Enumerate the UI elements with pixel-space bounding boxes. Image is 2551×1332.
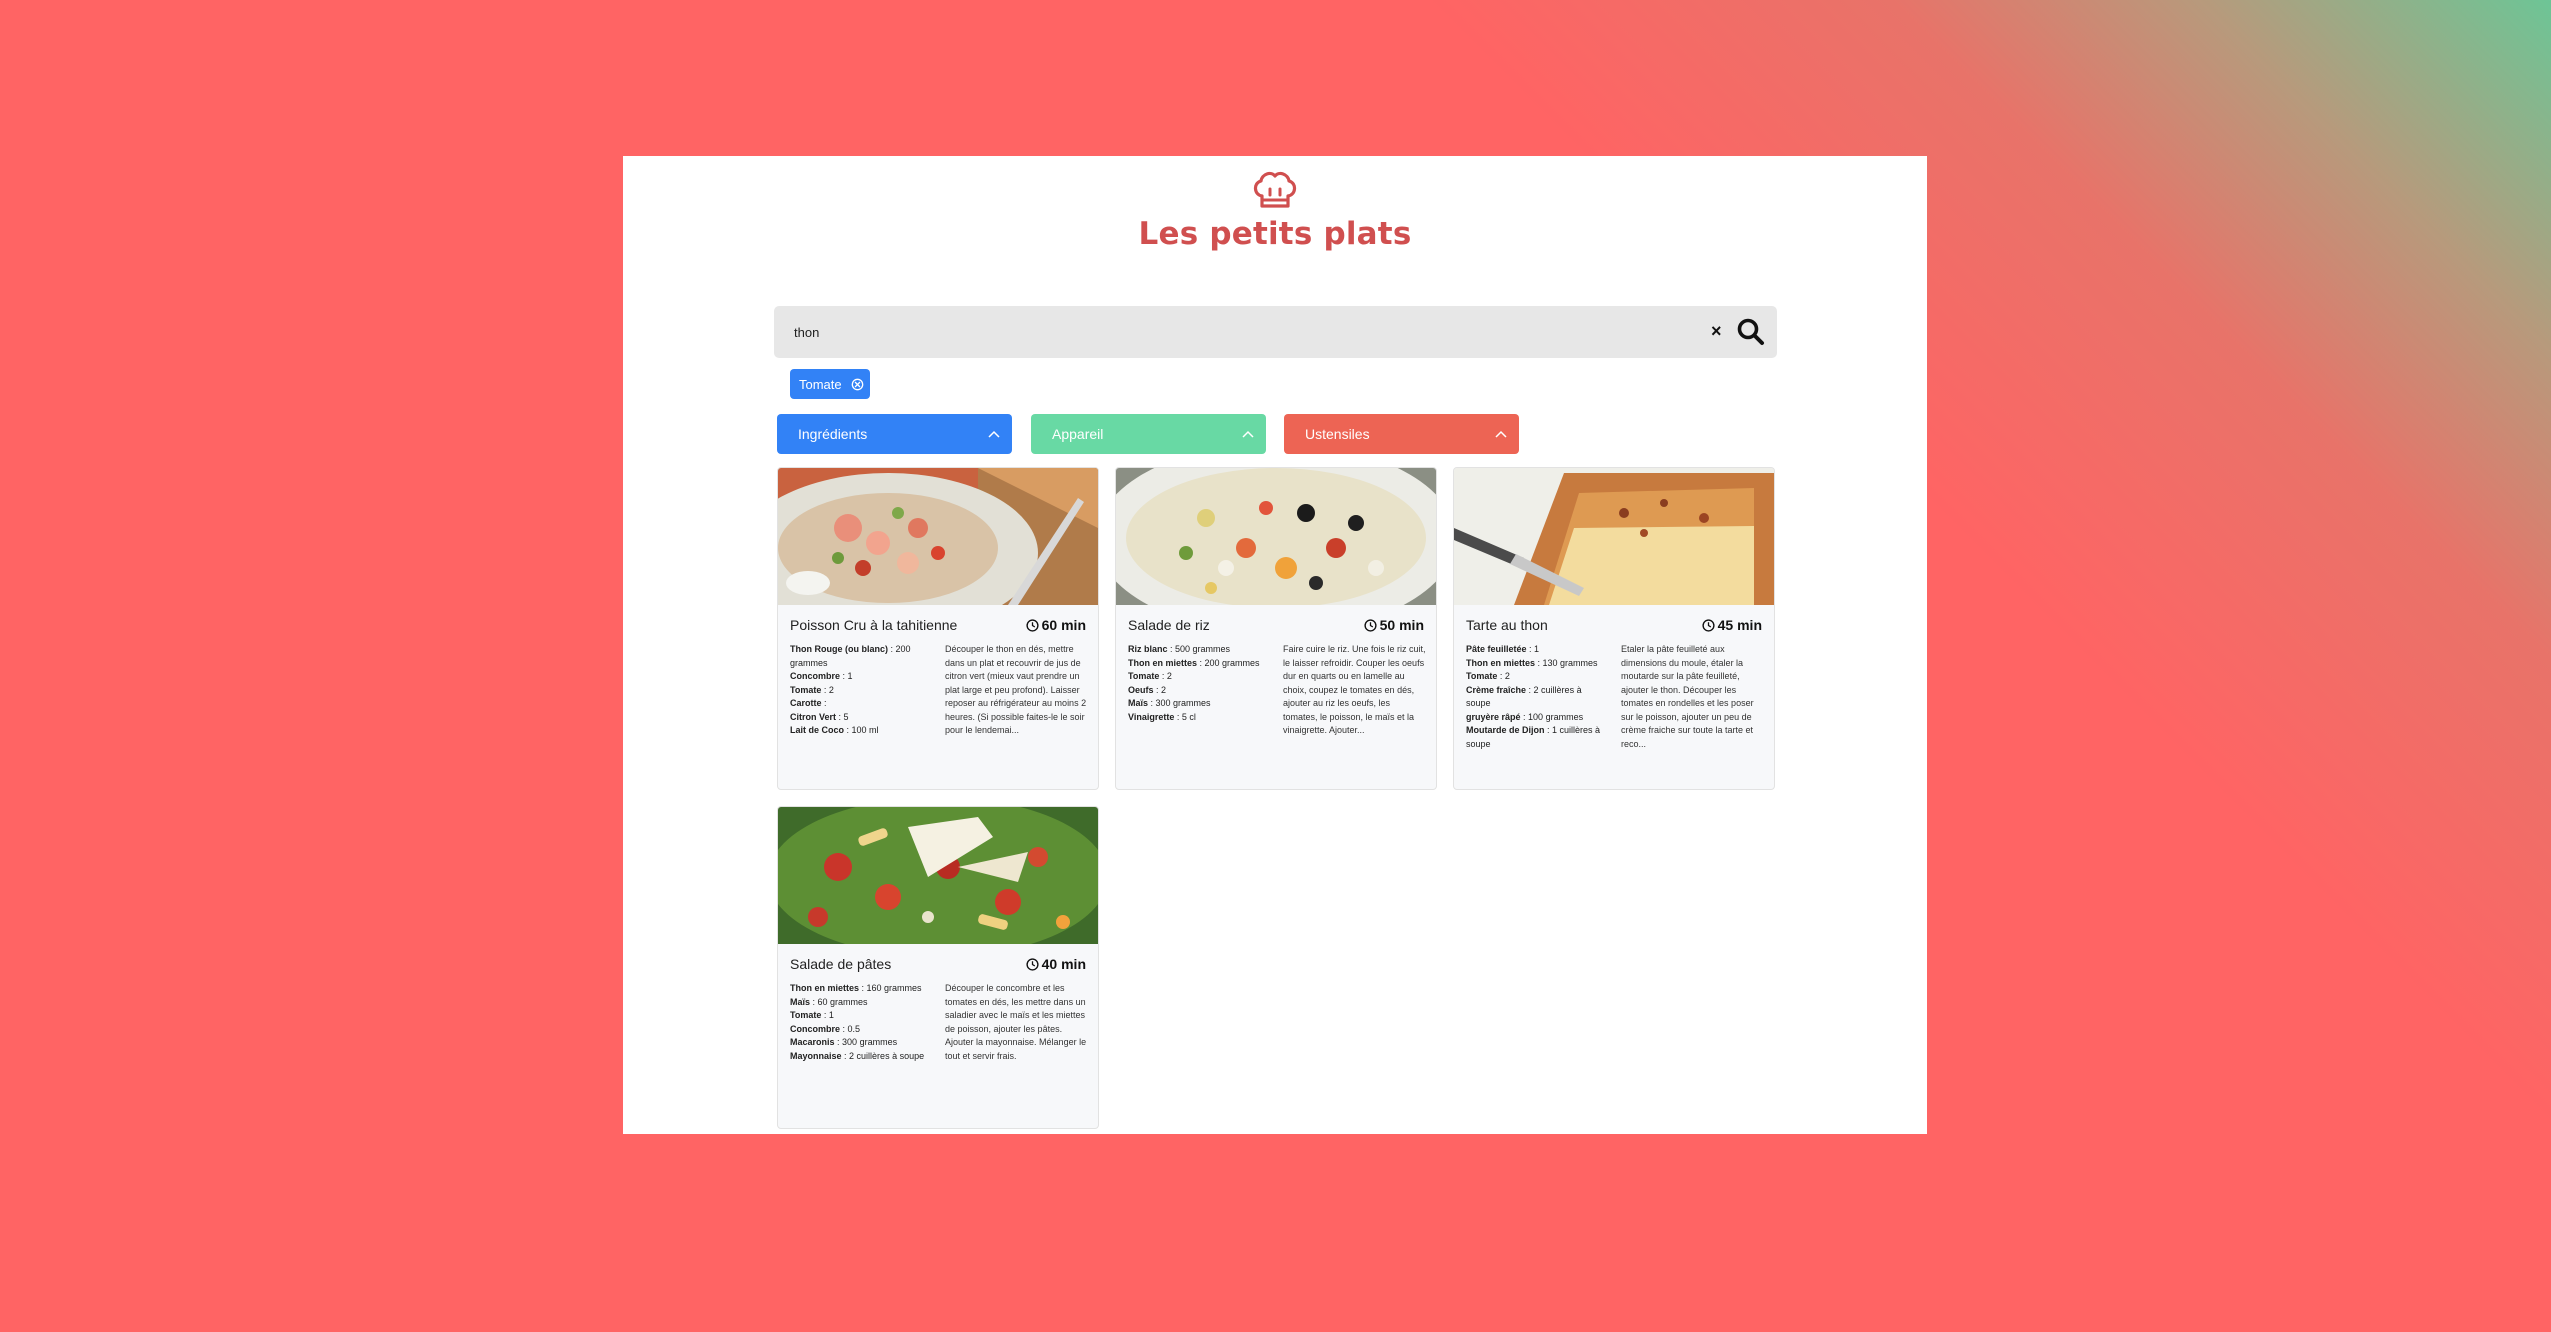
ingredient-item: Concombre : 1: [790, 671, 853, 681]
chevron-up-icon: [988, 430, 1000, 438]
ingredient-item: Citron Vert : 5: [790, 711, 849, 722]
ingredient-list: Thon en miettes : 160 grammes Maïs : 60 …: [790, 982, 925, 1063]
search-bar: ×: [774, 306, 1777, 358]
ingredient-item: Maïs : 300 grammes: [1128, 698, 1211, 708]
recipe-time: 50 min: [1364, 617, 1424, 633]
ingredient-item: Thon Rouge (ou blanc) : 200 grammes: [790, 644, 911, 668]
search-input[interactable]: [794, 306, 1674, 358]
recipe-card[interactable]: Salade de riz 50 min Riz blanc : 500 gra…: [1115, 467, 1437, 790]
ingredient-item: Mayonnaise : 2 cuillères à soupe: [790, 1050, 925, 1061]
chevron-up-icon: [1242, 430, 1254, 438]
recipe-description: Etaler la pâte feuilleté aux dimensions …: [1621, 644, 1754, 749]
filter-label: Appareil: [1052, 426, 1104, 442]
recipe-description: Découper le concombre et les tomates en …: [945, 983, 1087, 1061]
clock-icon: [1702, 618, 1715, 632]
ingredient-item: Moutarde de Dijon : 1 cuillères à soupe: [1466, 725, 1601, 749]
chef-hat-icon: [1253, 171, 1297, 208]
recipe-title: Poisson Cru à la tahitienne: [790, 617, 958, 633]
recipe-title: Tarte au thon: [1466, 617, 1548, 633]
recipe-title: Salade de pâtes: [790, 956, 892, 972]
clear-search-icon[interactable]: ×: [1711, 321, 1722, 342]
filter-label: Ustensiles: [1305, 426, 1370, 442]
ingredient-item: Carotte :: [790, 698, 827, 708]
clock-icon: [1026, 957, 1039, 971]
recipe-time-value: 50 min: [1379, 617, 1424, 633]
ingredient-list: Thon Rouge (ou blanc) : 200 grammes Conc…: [790, 643, 925, 738]
chevron-up-icon: [1495, 430, 1507, 438]
filter-ustensiles-dropdown[interactable]: Ustensiles: [1284, 414, 1519, 454]
recipe-time-value: 60 min: [1041, 617, 1086, 633]
ingredient-item: Pâte feuilletée : 1: [1466, 644, 1540, 654]
ingredient-item: Oeufs : 2: [1128, 684, 1167, 695]
recipe-time-value: 40 min: [1041, 956, 1086, 972]
ingredient-item: Thon en miettes : 160 grammes: [790, 983, 922, 993]
ingredient-item: gruyère râpé : 100 grammes: [1466, 711, 1584, 722]
recipe-description: Découper le thon en dés, mettre dans un …: [945, 644, 1087, 735]
ingredient-list: Riz blanc : 500 grammes Thon en miettes …: [1128, 643, 1263, 724]
ingredient-item: Tomate : 2: [1466, 671, 1510, 681]
ingredient-item: Tomate : 1: [790, 1010, 834, 1020]
ingredient-item: Maïs : 60 grammes: [790, 996, 868, 1007]
recipe-title: Salade de riz: [1128, 617, 1210, 633]
ingredient-item: Thon en miettes : 200 grammes: [1128, 657, 1260, 668]
ingredient-item: Thon en miettes : 130 grammes: [1466, 657, 1598, 668]
ingredient-item: Lait de Coco : 100 ml: [790, 725, 879, 735]
recipe-card[interactable]: Tarte au thon 45 min Pâte feuilletée : 1…: [1453, 467, 1775, 790]
recipe-description: Faire cuire le riz. Une fois le riz cuit…: [1283, 644, 1426, 735]
ingredient-item: Crème fraîche : 2 cuillères à soupe: [1466, 684, 1582, 709]
ingredient-item: Tomate : 2: [1128, 671, 1172, 681]
app-window: Les petits plats × Tomate Ingrédients Ap…: [623, 156, 1927, 1134]
search-icon[interactable]: [1736, 317, 1766, 347]
ingredient-item: Concombre : 0.5: [790, 1023, 861, 1034]
ingredient-item: Vinaigrette : 5 cl: [1128, 711, 1196, 722]
clock-icon: [1364, 618, 1377, 632]
site-logo[interactable]: Les petits plats: [623, 170, 1927, 252]
ingredient-list: Pâte feuilletée : 1 Thon en miettes : 13…: [1466, 643, 1601, 751]
recipe-time-value: 45 min: [1717, 617, 1762, 633]
recipe-image: [778, 807, 1098, 944]
ingredient-item: Riz blanc : 500 grammes: [1128, 644, 1231, 654]
site-title: Les petits plats: [1138, 216, 1412, 252]
recipe-image: [1116, 468, 1436, 605]
tag-label: Tomate: [799, 376, 842, 392]
filter-appareil-dropdown[interactable]: Appareil: [1031, 414, 1266, 454]
active-tag-tomate: Tomate: [790, 369, 870, 399]
filter-ingredients-dropdown[interactable]: Ingrédients: [777, 414, 1012, 454]
recipe-time: 40 min: [1026, 956, 1086, 972]
remove-tag-icon[interactable]: [851, 378, 864, 391]
filter-label: Ingrédients: [798, 426, 868, 442]
recipe-card[interactable]: Salade de pâtes 40 min Thon en miettes :…: [777, 806, 1099, 1129]
recipe-image: [1454, 468, 1774, 605]
recipe-image: [778, 468, 1098, 605]
ingredient-item: Macaronis : 300 grammes: [790, 1037, 898, 1047]
ingredient-item: Tomate : 2: [790, 684, 834, 695]
clock-icon: [1026, 618, 1039, 632]
recipe-time: 60 min: [1026, 617, 1086, 633]
recipe-time: 45 min: [1702, 617, 1762, 633]
recipe-card[interactable]: Poisson Cru à la tahitienne 60 min Thon …: [777, 467, 1099, 790]
